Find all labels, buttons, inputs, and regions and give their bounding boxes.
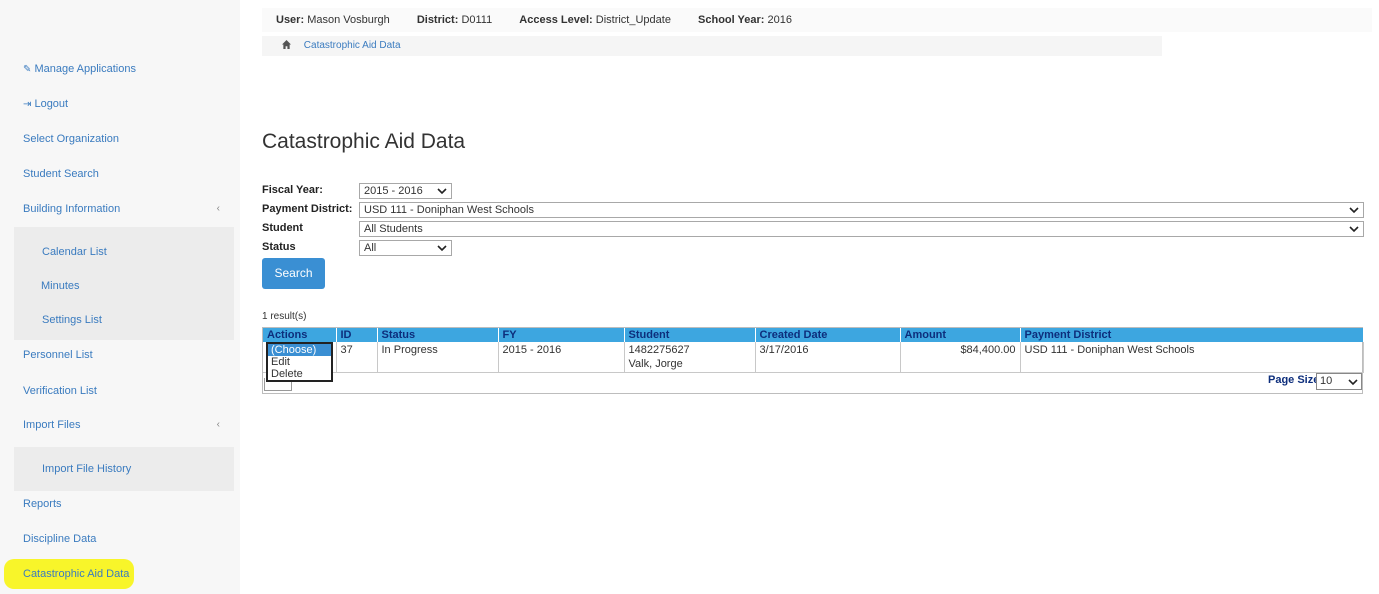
column-header-created-date[interactable]: Created Date <box>755 328 901 342</box>
user-name: Mason Vosburgh <box>307 14 390 26</box>
import-submenu: Import File History <box>14 447 234 491</box>
search-button[interactable]: Search <box>262 258 325 289</box>
page-size-value: 10 <box>1320 375 1333 387</box>
sidebar-item-label: Student Search <box>23 168 99 180</box>
actions-dropdown-menu: (Choose) Edit Delete <box>266 342 333 382</box>
sidebar-item-manage-applications[interactable]: ✎ Manage Applications <box>0 54 240 84</box>
fiscal-year-select[interactable]: 2015 - 2016 <box>359 183 452 199</box>
sidebar-item-label: Logout <box>34 98 69 110</box>
actions-option-choose[interactable]: (Choose) <box>268 344 331 356</box>
results-count: 1 result(s) <box>262 311 307 322</box>
status-value: All <box>364 242 377 254</box>
breadcrumb-current[interactable]: Catastrophic Aid Data <box>304 40 401 51</box>
student-cell: 1482275627 Valk, Jorge <box>624 342 756 373</box>
column-header-payment-district[interactable]: Payment District <box>1020 328 1364 342</box>
chevron-left-icon: ‹ <box>216 419 220 430</box>
page-size-label: Page Size: <box>1268 374 1324 386</box>
chevron-down-icon <box>1348 379 1358 386</box>
sidebar-item-label: Calendar List <box>42 246 107 258</box>
column-header-fy[interactable]: FY <box>498 328 625 342</box>
column-header-student[interactable]: Student <box>624 328 756 342</box>
access-level-value: District_Update <box>595 14 671 26</box>
status-select[interactable]: All <box>359 240 452 256</box>
results-table: Actions ID Status FY Student Created Dat… <box>263 328 1364 373</box>
student-id: 1482275627 <box>628 344 690 356</box>
sidebar-item-import-files[interactable]: Import Files ‹ <box>0 410 240 440</box>
sidebar-item-minutes[interactable]: Minutes <box>14 271 234 301</box>
sidebar-item-settings-list[interactable]: Settings List <box>14 305 234 335</box>
amount-cell: $84,400.00 <box>900 342 1021 373</box>
sidebar-item-select-organization[interactable]: Select Organization <box>0 124 240 154</box>
actions-option-delete[interactable]: Delete <box>268 368 331 380</box>
column-header-actions[interactable]: Actions <box>263 328 337 342</box>
chevron-down-icon <box>437 188 447 195</box>
sidebar-item-catastrophic-aid-data[interactable]: Catastrophic Aid Data <box>4 559 134 589</box>
school-year-label: School Year: <box>698 14 765 26</box>
table-header-row: Actions ID Status FY Student Created Dat… <box>263 328 1364 342</box>
page-size-select[interactable]: 10 <box>1316 373 1362 390</box>
page-title: Catastrophic Aid Data <box>262 130 466 153</box>
chevron-left-icon: ‹ <box>216 203 220 214</box>
user-info-bar: User: Mason Vosburgh District: D0111 Acc… <box>262 8 1372 32</box>
home-icon[interactable] <box>282 40 291 49</box>
sidebar-item-label: Catastrophic Aid Data <box>23 568 130 580</box>
sidebar-item-reports[interactable]: Reports <box>0 489 240 519</box>
results-grid: Actions ID Status FY Student Created Dat… <box>262 327 1364 394</box>
sidebar-item-label: Select Organization <box>23 133 119 145</box>
created-date-cell: 3/17/2016 <box>755 342 901 373</box>
district-label: District: <box>416 14 459 26</box>
student-value: All Students <box>364 223 423 235</box>
sidebar-item-import-file-history[interactable]: Import File History <box>14 454 234 484</box>
sidebar-item-calendar-list[interactable]: Calendar List <box>14 237 234 267</box>
payment-district-value: USD 111 - Doniphan West Schools <box>364 204 534 216</box>
user-label: User: <box>276 14 305 26</box>
student-select[interactable]: All Students <box>359 221 1364 237</box>
district-code: D0111 <box>461 14 493 26</box>
id-cell: 37 <box>336 342 378 373</box>
sidebar-item-label: Settings List <box>42 314 102 326</box>
logout-icon: ⇥ <box>23 99 32 110</box>
sidebar-item-personnel-list[interactable]: Personnel List <box>0 340 240 370</box>
fiscal-year-label: Fiscal Year: <box>262 184 323 196</box>
chevron-down-icon <box>437 245 447 252</box>
chevron-down-icon <box>1349 207 1359 214</box>
sidebar-item-label: Discipline Data <box>23 533 97 545</box>
building-submenu: Calendar List Minutes Settings List <box>14 227 234 340</box>
sidebar-item-building-information[interactable]: Building Information ‹ <box>0 194 240 224</box>
link-icon: ✎ <box>23 64 32 75</box>
sidebar-item-label: Verification List <box>23 385 97 397</box>
column-header-id[interactable]: ID <box>336 328 378 342</box>
column-header-status[interactable]: Status <box>377 328 499 342</box>
sidebar-item-verification-list[interactable]: Verification List <box>0 376 240 406</box>
actions-option-edit[interactable]: Edit <box>268 356 331 368</box>
sidebar-item-student-search[interactable]: Student Search <box>0 159 240 189</box>
school-year-value: 2016 <box>767 14 792 26</box>
status-label: Status <box>262 241 296 253</box>
student-name: Valk, Jorge <box>628 358 683 370</box>
sidebar-item-logout[interactable]: ⇥ Logout <box>0 89 240 119</box>
fy-cell: 2015 - 2016 <box>498 342 625 373</box>
payment-district-select[interactable]: USD 111 - Doniphan West Schools <box>359 202 1364 218</box>
column-header-amount[interactable]: Amount <box>900 328 1021 342</box>
payment-district-cell: USD 111 - Doniphan West Schools <box>1020 342 1364 373</box>
breadcrumb: Catastrophic Aid Data <box>262 36 1162 56</box>
sidebar-item-label: Building Information <box>23 203 121 215</box>
sidebar-item-label: Personnel List <box>23 349 93 361</box>
fiscal-year-value: 2015 - 2016 <box>364 185 423 197</box>
sidebar-item-label: Minutes <box>41 280 80 292</box>
access-level-label: Access Level: <box>519 14 593 26</box>
table-row: 37 In Progress 2015 - 2016 1482275627 Va… <box>263 342 1364 373</box>
sidebar-item-label: Import Files <box>23 419 81 431</box>
sidebar: ✎ Manage Applications ⇥ Logout Select Or… <box>0 0 240 594</box>
sidebar-item-discipline-data[interactable]: Discipline Data <box>0 524 240 554</box>
sidebar-item-label: Manage Applications <box>34 63 136 75</box>
chevron-down-icon <box>1349 226 1359 233</box>
sidebar-item-label: Import File History <box>42 463 132 475</box>
student-label: Student <box>262 222 303 234</box>
payment-district-label: Payment District: <box>262 203 353 215</box>
sidebar-item-label: Reports <box>23 498 62 510</box>
status-cell: In Progress <box>377 342 499 373</box>
